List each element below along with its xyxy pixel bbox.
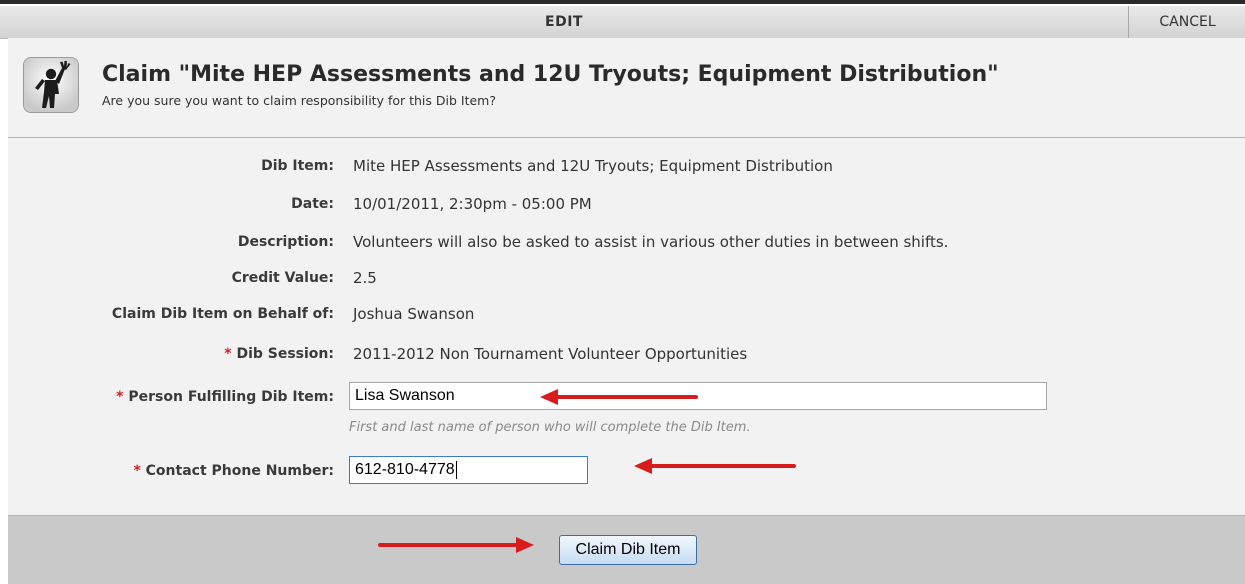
contact-phone-input[interactable]: 612-810-4778 xyxy=(349,456,588,484)
date-value: 10/01/2011, 2:30pm - 05:00 PM xyxy=(353,195,592,213)
page-title: Claim "Mite HEP Assessments and 12U Tryo… xyxy=(102,62,999,87)
contact-phone-value: 612-810-4778 xyxy=(355,461,455,478)
annotation-arrow-phone xyxy=(634,458,796,474)
dib-item-label: Dib Item: xyxy=(261,158,334,174)
top-border xyxy=(0,0,1245,4)
person-fulfilling-value: Lisa Swanson xyxy=(355,387,455,404)
claim-dib-item-button[interactable]: Claim Dib Item xyxy=(559,535,697,565)
dib-session-value: 2011-2012 Non Tournament Volunteer Oppor… xyxy=(353,345,748,363)
page-subtitle: Are you sure you want to claim responsib… xyxy=(102,93,496,108)
behalf-of-label: Claim Dib Item on Behalf of: xyxy=(111,306,334,322)
text-caret xyxy=(455,461,457,479)
behalf-of-value: Joshua Swanson xyxy=(353,305,475,323)
required-marker: * xyxy=(224,346,232,362)
person-fulfilling-hint: First and last name of person who will c… xyxy=(349,420,751,435)
person-fulfilling-label-text: Person Fulfilling Dib Item: xyxy=(128,389,334,405)
required-marker: * xyxy=(116,389,124,405)
description-label: Description: xyxy=(237,234,334,250)
dib-session-label-text: Dib Session: xyxy=(236,346,334,362)
volunteer-hand-raised-icon xyxy=(23,57,79,113)
credit-value-label: Credit Value: xyxy=(231,270,334,286)
person-fulfilling-label: * Person Fulfilling Dib Item: xyxy=(116,389,334,405)
annotation-arrow-person xyxy=(540,389,698,405)
description-value: Volunteers will also be asked to assist … xyxy=(353,233,949,251)
contact-phone-label-text: Contact Phone Number: xyxy=(145,463,334,479)
cancel-button[interactable]: CANCEL xyxy=(1128,6,1245,38)
annotation-arrow-claim xyxy=(378,537,534,553)
edit-tab[interactable]: EDIT xyxy=(0,6,1128,38)
person-fulfilling-input[interactable]: Lisa Swanson xyxy=(349,382,1047,410)
section-divider xyxy=(8,137,1245,138)
required-marker: * xyxy=(133,463,141,479)
date-label: Date: xyxy=(291,196,334,212)
action-bar: EDIT CANCEL xyxy=(0,6,1245,39)
dib-item-value: Mite HEP Assessments and 12U Tryouts; Eq… xyxy=(353,157,833,175)
credit-value-value: 2.5 xyxy=(353,269,377,287)
dib-session-label: * Dib Session: xyxy=(224,346,334,362)
contact-phone-label: * Contact Phone Number: xyxy=(133,463,334,479)
